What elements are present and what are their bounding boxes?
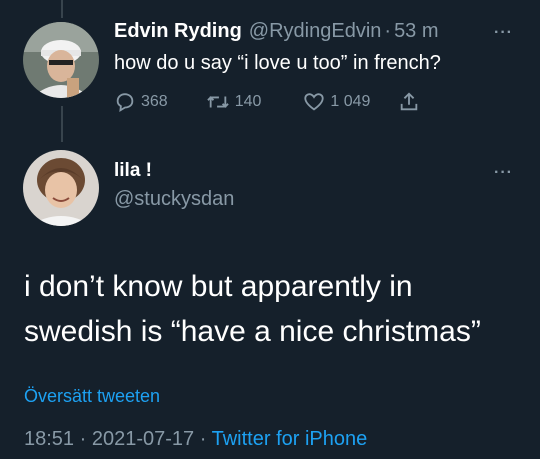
tweet2-author-name[interactable]: lila ! [114, 160, 152, 182]
tweet1-text: how do u say “i love u too” in french? [114, 52, 441, 74]
reply-button[interactable]: 368 [114, 91, 168, 113]
retweet-icon [206, 96, 229, 108]
avatar-lila[interactable] [23, 150, 99, 226]
thread-line-middle [61, 106, 63, 142]
retweet-button[interactable]: 140 [206, 91, 262, 113]
tweet1-author-name[interactable]: Edvin Ryding [114, 20, 242, 43]
tweet2-date[interactable]: 2021-07-17 [92, 428, 194, 450]
retweet-count: 140 [234, 93, 262, 110]
avatar-edvin[interactable] [23, 22, 99, 98]
tweet1-more-icon[interactable]: ··· [494, 24, 513, 42]
tweet1-author-handle[interactable]: @RydingEdvin [249, 20, 382, 43]
like-button[interactable]: 1 049 [303, 91, 370, 113]
thread-line-top [61, 0, 63, 18]
tweet2-text: i don’t know but apparently in swedish i… [24, 264, 524, 354]
meta-separator-2: · [199, 428, 207, 450]
tweet1-header: Edvin Ryding @RydingEdvin · 53 m [114, 20, 439, 46]
tweet2-more-icon[interactable]: ··· [494, 164, 513, 182]
share-icon [401, 92, 418, 111]
meta-separator-1: · [79, 428, 87, 450]
tweet2-meta: 18:51 · 2021-07-17 · Twitter for iPhone [24, 428, 367, 451]
tweet1-separator: · [384, 20, 392, 42]
tweet2-author-handle[interactable]: @stuckysdan [114, 188, 234, 211]
translate-tweet-link[interactable]: Översätt tweeten [24, 386, 160, 407]
tweet2-text-line-2: swedish is “have a nice christmas” [24, 315, 481, 348]
tweet2-text-line-1: i don’t know but apparently in [24, 270, 413, 303]
share-button[interactable] [398, 91, 425, 113]
tweet1-timestamp[interactable]: 53 m [394, 20, 438, 43]
reply-count: 368 [141, 93, 168, 110]
tweet2-time[interactable]: 18:51 [24, 428, 74, 450]
like-count: 1 049 [330, 93, 371, 110]
tweet1-actions: 368 140 1 049 [114, 91, 425, 113]
reply-icon [116, 93, 134, 112]
tweet2-source-link[interactable]: Twitter for iPhone [212, 428, 368, 450]
heart-icon [304, 93, 325, 111]
